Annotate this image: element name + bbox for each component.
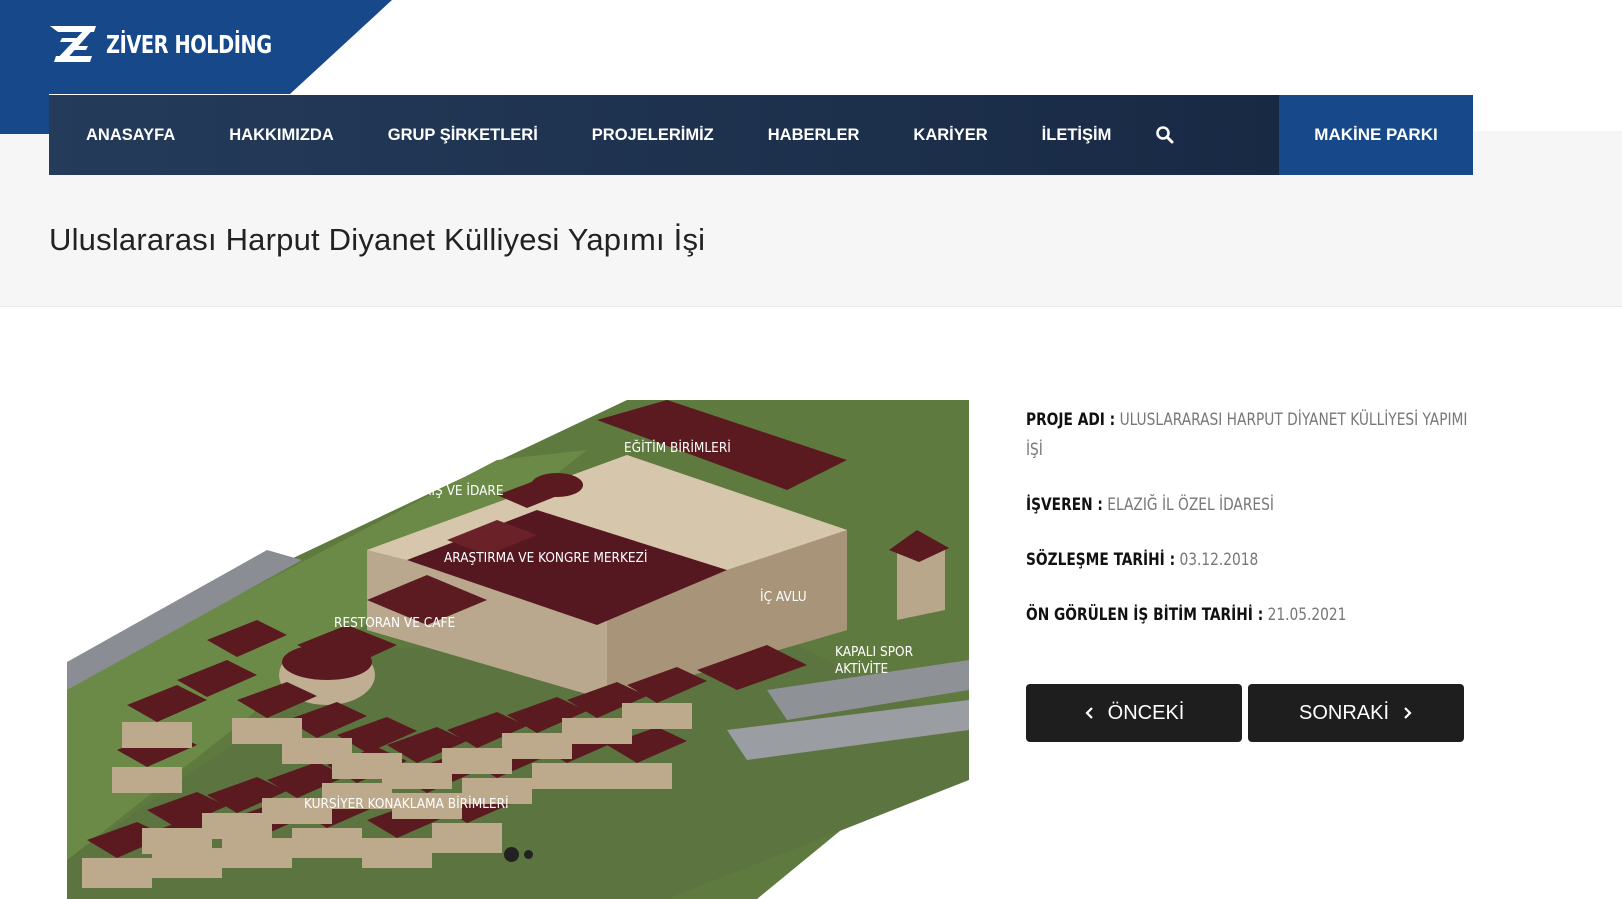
nav-item-kariyer[interactable]: KARİYER: [913, 126, 987, 145]
next-project-button[interactable]: SONRAKİ: [1248, 684, 1464, 742]
nav-item-anasayfa[interactable]: ANASAYFA: [86, 126, 175, 145]
project-details: PROJE ADI : ULUSLARARASI HARPUT DİYANET …: [1026, 405, 1476, 655]
nav-item-projelerimiz[interactable]: PROJELERİMİZ: [592, 126, 714, 145]
label-spor2: AKTİVİTE: [835, 659, 888, 677]
label-restoran: RESTORAN VE CAFE: [334, 615, 455, 631]
nav-item-haberler[interactable]: HABERLER: [768, 126, 860, 145]
nav-item-iletisim[interactable]: İLETİŞİM: [1042, 126, 1112, 145]
end-date-row: ÖN GÖRÜLEN İŞ BİTİM TARİHİ : 21.05.2021: [1026, 600, 1476, 630]
main-nav: ANASAYFA HAKKIMIZDA GRUP ŞİRKETLERİ PROJ…: [49, 95, 1473, 175]
previous-button-label: ÖNCEKİ: [1107, 701, 1185, 724]
project-rendering: EĞİTİM BİRİMLERİ GİRİŞ VE İDARE ARAŞTIRM…: [67, 400, 969, 899]
label-arastirma: ARAŞTIRMA VE KONGRE MERKEZİ: [444, 548, 648, 566]
employer-label: İŞVEREN :: [1026, 495, 1103, 515]
project-name-row: PROJE ADI : ULUSLARARASI HARPUT DİYANET …: [1026, 405, 1476, 465]
chevron-left-icon: [1085, 707, 1093, 719]
project-name-label: PROJE ADI :: [1026, 410, 1116, 430]
search-icon[interactable]: [1155, 125, 1175, 145]
chevron-right-icon: [1404, 707, 1412, 719]
logo[interactable]: ZİVER HOLDİNG: [48, 24, 299, 64]
contract-date-row: SÖZLEŞME TARİHİ : 03.12.2018: [1026, 545, 1476, 575]
slider-dot-2[interactable]: [524, 850, 533, 859]
end-date-value: 21.05.2021: [1267, 605, 1347, 625]
makine-parki-button[interactable]: MAKİNE PARKI: [1279, 95, 1473, 175]
end-date-label: ÖN GÖRÜLEN İŞ BİTİM TARİHİ :: [1026, 605, 1264, 625]
logo-text: ZİVER HOLDİNG: [106, 29, 272, 59]
label-icavlu: İÇ AVLU: [760, 587, 807, 605]
label-giris: GİRİŞ VE İDARE: [410, 481, 504, 499]
project-image-slider[interactable]: EĞİTİM BİRİMLERİ GİRİŞ VE İDARE ARAŞTIRM…: [67, 400, 969, 899]
nav-item-hakkimizda[interactable]: HAKKIMIZDA: [229, 126, 334, 145]
logo-mark-icon: [50, 26, 96, 62]
label-konaklama: KURSİYER KONAKLAMA BİRİMLERİ: [304, 794, 509, 812]
contract-date-value: 03.12.2018: [1179, 550, 1259, 570]
slider-dot-1[interactable]: [504, 847, 519, 862]
next-button-label: SONRAKİ: [1298, 701, 1390, 724]
label-spor1: KAPALI SPOR: [835, 644, 914, 660]
page-title: Uluslararası Harput Diyanet Külliyesi Ya…: [49, 222, 706, 257]
employer-row: İŞVEREN : ELAZIĞ İL ÖZEL İDARESİ: [1026, 490, 1476, 520]
nav-item-grup-sirketleri[interactable]: GRUP ŞİRKETLERİ: [388, 126, 538, 145]
contract-date-label: SÖZLEŞME TARİHİ :: [1026, 550, 1176, 570]
slider-dots: [504, 847, 533, 862]
label-egitim: EĞİTİM BİRİMLERİ: [624, 438, 731, 456]
previous-project-button[interactable]: ÖNCEKİ: [1026, 684, 1242, 742]
employer-value: ELAZIĞ İL ÖZEL İDARESİ: [1107, 495, 1274, 515]
